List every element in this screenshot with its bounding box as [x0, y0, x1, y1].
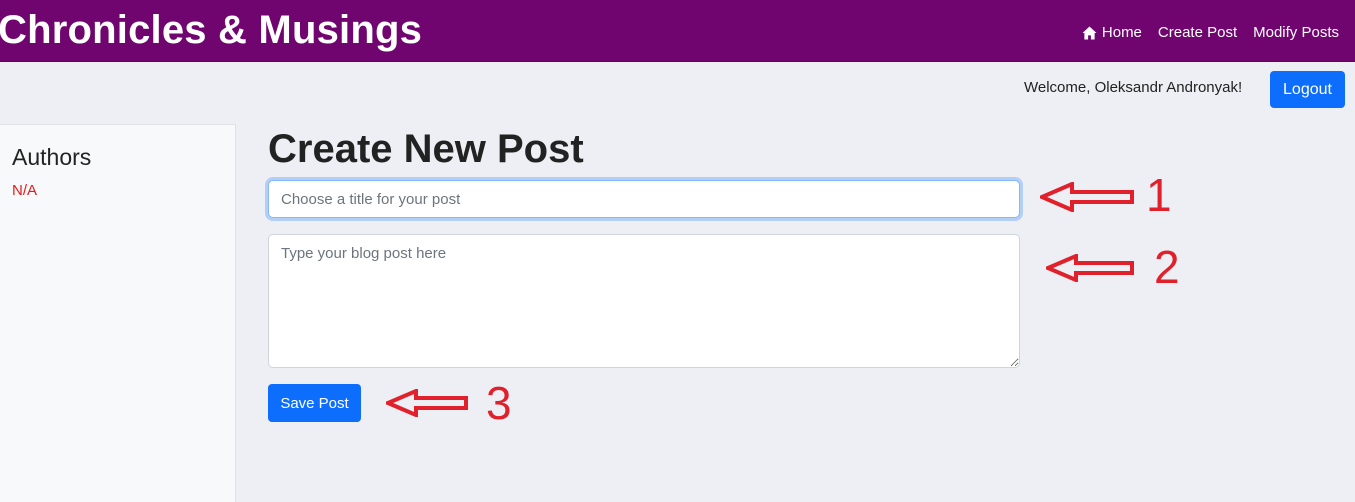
nav-modify-posts-link[interactable]: Modify Posts — [1253, 24, 1339, 41]
home-icon — [1082, 25, 1097, 40]
annotation-arrow-2 — [1046, 254, 1134, 282]
page-title: Create New Post — [268, 127, 584, 171]
annotation-number-1: 1 — [1146, 169, 1172, 221]
site-brand[interactable]: Chronicles & Musings — [0, 8, 422, 53]
annotation-arrow-1 — [1040, 182, 1134, 212]
annotation-number-2: 2 — [1154, 241, 1180, 293]
top-navbar: Chronicles & Musings Home Create Post Mo… — [0, 0, 1355, 62]
main-nav: Home Create Post Modify Posts — [1082, 24, 1339, 41]
save-post-button[interactable]: Save Post — [268, 384, 361, 422]
authors-empty-text: N/A — [12, 182, 38, 199]
post-body-textarea[interactable] — [268, 234, 1020, 368]
logout-button[interactable]: Logout — [1270, 71, 1345, 108]
nav-create-post-link[interactable]: Create Post — [1158, 24, 1237, 41]
welcome-text: Welcome, Oleksandr Andronyak! — [1024, 79, 1243, 96]
post-title-input[interactable] — [268, 180, 1020, 218]
nav-home-label: Home — [1101, 24, 1142, 41]
annotation-number-3: 3 — [486, 377, 512, 429]
sidebar-title: Authors — [12, 144, 92, 170]
nav-home-link[interactable]: Home — [1082, 24, 1142, 41]
authors-sidebar: Authors N/A — [0, 124, 236, 502]
annotation-arrow-3 — [386, 389, 468, 417]
